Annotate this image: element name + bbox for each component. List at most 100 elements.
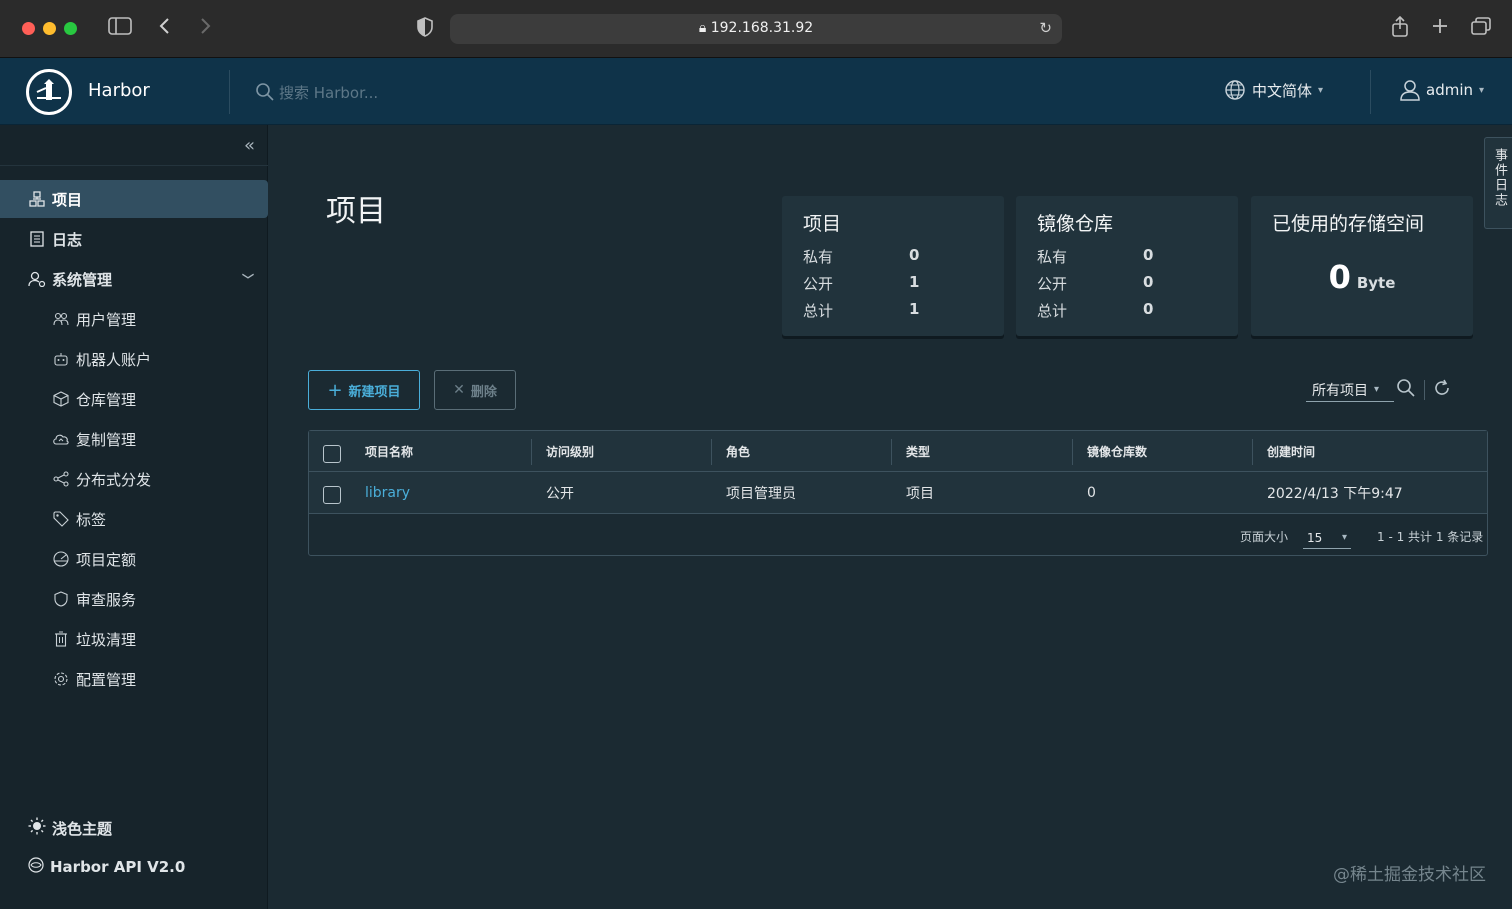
sidebar-toggle-icon[interactable] [108,16,132,42]
back-icon[interactable] [158,16,172,42]
replication-icon [52,430,70,448]
projects-table: 项目名称 访问级别 角色 类型 镜像仓库数 创建时间 library 公开 项目… [308,430,1488,556]
harbor-logo[interactable] [26,69,72,115]
column-separator[interactable] [891,439,892,465]
sidebar-item-label: 机器人账户 [76,350,152,369]
repositories-summary-card: 镜像仓库 私有 0 公开 0 总计 0 [1016,196,1238,336]
sidebar-item-label: 用户管理 [76,310,137,329]
card-row: 私有 0 [1037,246,1154,266]
username: admin [1426,81,1473,99]
close-window-button[interactable] [22,22,35,35]
sidebar-item-interrogation[interactable]: 审查服务 [0,580,268,618]
user-icon [1400,80,1420,101]
reload-icon[interactable]: ↻ [1039,19,1052,37]
light-theme-label: 浅色主题 [52,819,113,838]
event-log-tab[interactable]: 事件日志 [1484,137,1512,229]
sidebar-item-label: 标签 [76,510,107,529]
column-separator[interactable] [711,439,712,465]
chevron-down-icon: ▾ [1341,532,1347,543]
pagination-summary: 1 - 1 共计 1 条记录 [1377,530,1484,544]
global-search[interactable]: 搜索 Harbor... [255,79,655,105]
robot-icon [52,350,70,368]
brand-name[interactable]: Harbor [88,80,150,101]
column-header-created[interactable]: 创建时间 [1267,431,1315,472]
browser-chrome: 🔒︎ 192.168.31.92 ↻ [0,0,1512,58]
sidebar-item-label: 复制管理 [76,430,137,449]
language-label: 中文简体 [1252,81,1313,100]
sidebar-item-projects[interactable]: 项目 [0,180,268,218]
sidebar-item-robots[interactable]: 机器人账户 [0,340,268,378]
user-menu[interactable]: admin ▾ [1400,79,1484,101]
privacy-shield-icon[interactable] [416,16,434,44]
sidebar-item-labels[interactable]: 标签 [0,500,268,538]
sidebar-item-label: 仓库管理 [76,390,137,409]
column-separator[interactable] [1252,439,1253,465]
light-theme-toggle[interactable]: 浅色主题 [28,817,112,839]
project-name-link[interactable]: library [365,472,410,513]
trash-icon [52,630,70,648]
role-cell: 项目管理员 [726,485,796,502]
search-icon[interactable] [1396,378,1416,402]
delete-button[interactable]: ✕ 删除 [434,370,516,410]
header-divider [1370,70,1371,114]
quota-icon [52,550,70,568]
column-header-access[interactable]: 访问级别 [546,431,594,472]
refresh-icon[interactable] [1432,378,1452,402]
lock-icon: 🔒︎ [698,20,707,36]
chevron-down-icon: ▾ [1374,384,1380,395]
sidebar-item-label: 分布式分发 [76,470,152,489]
page-size-label: 页面大小 [1240,530,1289,544]
language-selector[interactable]: 中文简体 ▾ [1224,79,1323,101]
sidebar-item-gc[interactable]: 垃圾清理 [0,620,268,658]
search-icon [256,83,274,101]
page-title: 项目 [326,194,386,229]
harbor-api-link[interactable]: Harbor API V2.0 [28,857,185,877]
select-all-checkbox[interactable] [323,445,341,463]
sidebar-item-config[interactable]: 配置管理 [0,660,268,698]
column-separator[interactable] [1072,439,1073,465]
sidebar-item-label: 项目 [52,190,83,209]
sidebar-item-quotas[interactable]: 项目定额 [0,540,268,578]
projects-summary-card: 项目 私有 0 公开 1 总计 1 [782,196,1004,336]
new-project-button[interactable]: + 新建项目 [308,370,420,410]
sidebar-item-label: 系统管理 [52,270,113,289]
column-separator[interactable] [531,439,532,465]
sidebar-item-admin[interactable]: 系统管理 ﹀ [0,260,268,298]
users-icon [52,310,70,328]
search-input[interactable]: 搜索 Harbor... [279,82,378,103]
forward-icon[interactable] [198,16,212,42]
minimize-window-button[interactable] [43,22,56,35]
table-header: 项目名称 访问级别 角色 类型 镜像仓库数 创建时间 [309,431,1487,472]
project-filter-select[interactable]: 所有项目 ▾ [1306,378,1394,402]
sun-icon [28,817,46,839]
registry-icon [52,390,70,408]
new-tab-icon[interactable] [1430,16,1450,42]
sidebar-item-replications[interactable]: 复制管理 [0,420,268,458]
share-page-icon[interactable] [1390,15,1410,44]
card-row: 总计 1 [803,300,920,320]
sidebar: « 项目 日志 系统管理 ﹀ 用户管理 机器人账户 仓库管理 复制管理 分布式分… [0,125,268,909]
gear-icon [52,670,70,688]
collapse-sidebar-icon[interactable]: « [244,135,255,156]
sidebar-item-label: 项目定额 [76,550,137,569]
window-controls [22,22,77,35]
column-header-type[interactable]: 类型 [906,431,930,472]
sidebar-item-logs[interactable]: 日志 [0,220,268,258]
card-row: 私有 0 [803,246,920,266]
address-bar[interactable]: 🔒︎ 192.168.31.92 ↻ [450,14,1062,44]
page-size-select[interactable]: 15 ▾ [1303,527,1351,549]
column-header-role[interactable]: 角色 [726,431,750,472]
sidebar-item-registries[interactable]: 仓库管理 [0,380,268,418]
type-cell: 项目 [906,485,934,502]
sidebar-item-distribution[interactable]: 分布式分发 [0,460,268,498]
maximize-window-button[interactable] [64,22,77,35]
shield-icon [52,590,70,608]
card-title: 项目 [803,213,842,235]
admin-icon [28,270,46,288]
row-checkbox[interactable] [323,486,341,504]
column-header-repo-count[interactable]: 镜像仓库数 [1087,431,1147,472]
api-icon [28,857,44,877]
tab-overview-icon[interactable] [1470,16,1492,42]
column-header-name[interactable]: 项目名称 [365,431,413,472]
sidebar-item-users[interactable]: 用户管理 [0,300,268,338]
